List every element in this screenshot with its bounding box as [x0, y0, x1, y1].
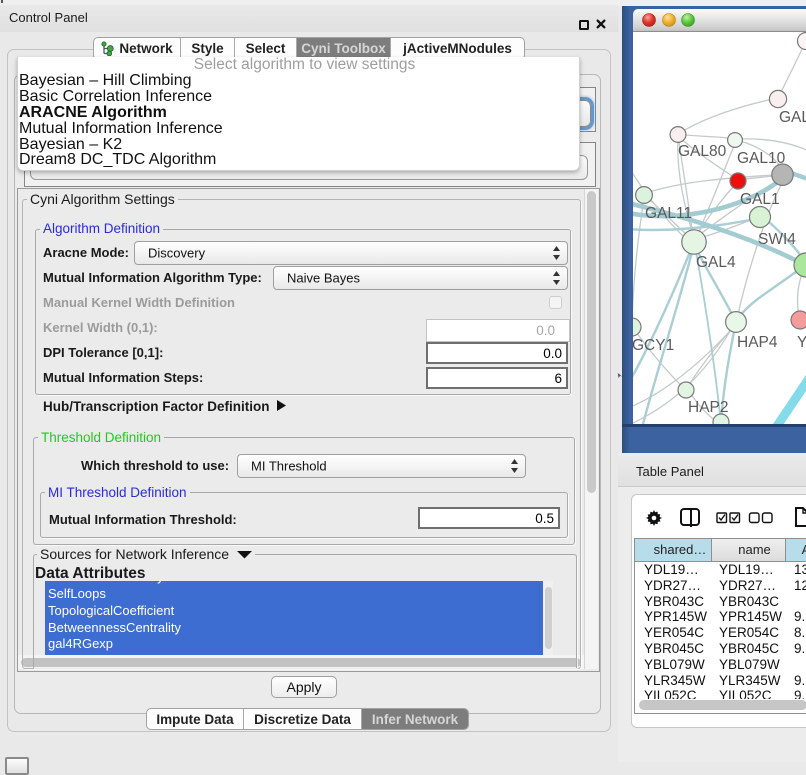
svg-text:GAL10: GAL10 [737, 150, 786, 167]
svg-text:GCY1: GCY1 [633, 337, 674, 354]
svg-text:GAL4: GAL4 [696, 254, 736, 271]
svg-text:HAP2: HAP2 [688, 399, 729, 416]
svg-text:GAL1: GAL1 [740, 191, 780, 208]
svg-text:GAL11: GAL11 [645, 205, 692, 222]
svg-text:HAP4: HAP4 [737, 334, 778, 351]
svg-text:GAL2: GAL2 [779, 109, 806, 126]
svg-text:SWI4: SWI4 [758, 231, 796, 248]
svg-text:GAL80: GAL80 [678, 143, 727, 160]
svg-text:Y: Y [797, 334, 806, 351]
